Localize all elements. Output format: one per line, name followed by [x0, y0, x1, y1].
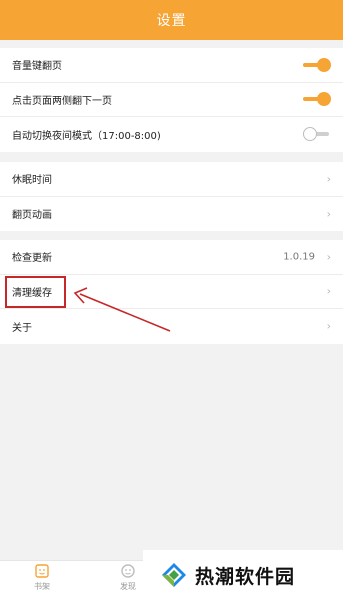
- bookshelf-icon: [35, 564, 49, 578]
- night-mode-toggle[interactable]: [303, 127, 331, 142]
- setting-label: 休眠时间: [12, 175, 52, 187]
- setting-label: 音量键翻页: [12, 61, 62, 73]
- setting-about[interactable]: 关于 ›: [0, 309, 343, 344]
- toggle-knob: [303, 127, 317, 142]
- chevron-right-icon: ›: [326, 284, 331, 298]
- watermark-logo-icon: [162, 563, 186, 587]
- setting-volume-key-page-turn[interactable]: 音量键翻页: [0, 48, 343, 83]
- tap-sides-toggle[interactable]: [303, 92, 331, 107]
- setting-label: 点击页面两侧翻下一页: [12, 95, 112, 107]
- setting-label: 翻页动画: [12, 210, 52, 222]
- chevron-right-icon: ›: [326, 207, 331, 221]
- setting-page-animation[interactable]: 翻页动画 ›: [0, 197, 343, 232]
- nav-label: 书架: [34, 582, 50, 591]
- setting-check-update[interactable]: 检查更新 1.0.19 ›: [0, 240, 343, 275]
- nav-tab-discover[interactable]: 发现: [108, 563, 148, 592]
- watermark-text: 热潮软件园: [195, 565, 296, 588]
- toggle-knob: [317, 57, 331, 72]
- watermark: 热潮软件园: [143, 550, 343, 600]
- volume-key-toggle[interactable]: [303, 57, 331, 72]
- version-number: 1.0.19: [283, 251, 315, 263]
- app-header: 设置: [0, 0, 343, 40]
- setting-label: 检查更新: [12, 253, 52, 265]
- nav-tab-bookshelf[interactable]: 书架: [22, 563, 62, 592]
- setting-auto-night-mode[interactable]: 自动切换夜间模式（17:00-8:00): [0, 117, 343, 152]
- chevron-right-icon: ›: [326, 250, 331, 264]
- toggle-knob: [317, 92, 331, 107]
- chevron-right-icon: ›: [326, 172, 331, 186]
- setting-label: 关于: [12, 322, 32, 334]
- settings-group-reading: 音量键翻页 点击页面两侧翻下一页 自动切换夜间模式（17:00-8:00): [0, 48, 343, 152]
- chevron-right-icon: ›: [326, 319, 331, 333]
- setting-sleep-time[interactable]: 休眠时间 ›: [0, 162, 343, 197]
- nav-label: 发现: [120, 582, 136, 591]
- setting-label: 自动切换夜间模式（17:00-8:00): [12, 130, 161, 142]
- page-title: 设置: [156, 13, 187, 29]
- annotation-highlight-box: [5, 276, 66, 308]
- discover-icon: [121, 564, 135, 578]
- setting-tap-sides-page-turn[interactable]: 点击页面两侧翻下一页: [0, 83, 343, 117]
- settings-group-behavior: 休眠时间 › 翻页动画 ›: [0, 162, 343, 231]
